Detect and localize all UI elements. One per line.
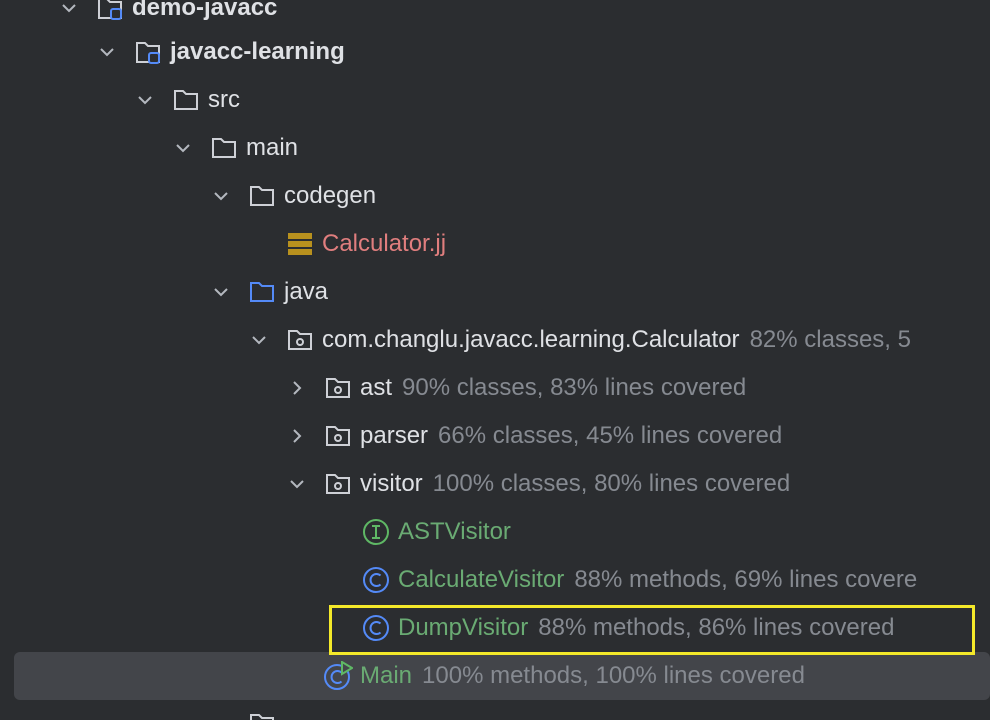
chevron-down-icon[interactable]: [285, 472, 309, 496]
tree-row-partial[interactable]: [0, 700, 990, 720]
module-folder-icon: [95, 0, 125, 23]
tree-row-visitor[interactable]: visitor 100% classes, 80% lines covered: [0, 460, 990, 508]
chevron-down-icon[interactable]: [171, 136, 195, 160]
class-icon: [361, 565, 391, 595]
package-icon: [323, 469, 353, 499]
coverage-summary: 88% methods, 69% lines covere: [574, 566, 918, 593]
grammar-file-icon: [285, 229, 315, 259]
tree-item-label: com.changlu.javacc.learning.Calculator: [322, 326, 740, 353]
runnable-class-icon: [323, 661, 353, 691]
tree-row-astvisitor[interactable]: ASTVisitor: [0, 508, 990, 556]
chevron-right-icon[interactable]: [285, 376, 309, 400]
chevron-down-icon[interactable]: [209, 184, 233, 208]
coverage-summary: 100% methods, 100% lines covered: [422, 662, 805, 689]
source-folder-icon: [247, 277, 277, 307]
tree-item-label: codegen: [284, 182, 377, 209]
tree-item-label: javacc-learning: [170, 38, 345, 65]
chevron-down-icon[interactable]: [57, 0, 81, 20]
folder-icon: [209, 133, 239, 163]
tree-row-parser[interactable]: parser 66% classes, 45% lines covered: [0, 412, 990, 460]
tree-row-javacc-learning[interactable]: javacc-learning: [0, 28, 990, 76]
package-icon: [285, 325, 315, 355]
tree-row-main[interactable]: main: [0, 124, 990, 172]
module-folder-icon: [133, 37, 163, 67]
chevron-down-icon[interactable]: [247, 328, 271, 352]
tree-item-label: DumpVisitor: [398, 614, 529, 641]
tree-row-calculator-jj[interactable]: Calculator.jj: [0, 220, 990, 268]
tree-row-dumpvisitor[interactable]: DumpVisitor 88% methods, 86% lines cover…: [0, 604, 990, 652]
package-icon: [323, 421, 353, 451]
tree-row-ast[interactable]: ast 90% classes, 83% lines covered: [0, 364, 990, 412]
tree-item-label: ASTVisitor: [398, 518, 511, 545]
coverage-summary: 82% classes, 5: [749, 326, 911, 353]
coverage-summary: 100% classes, 80% lines covered: [432, 470, 791, 497]
coverage-summary: 88% methods, 86% lines covered: [538, 614, 895, 641]
coverage-summary: 90% classes, 83% lines covered: [402, 374, 747, 401]
coverage-summary: 66% classes, 45% lines covered: [438, 422, 783, 449]
tree-item-label: src: [208, 86, 240, 113]
tree-item-label: java: [284, 278, 329, 305]
class-icon: [361, 613, 391, 643]
tree-item-label: demo-javacc: [132, 0, 278, 21]
tree-item-label: ast: [360, 374, 393, 401]
folder-icon: [171, 85, 201, 115]
tree-row-codegen[interactable]: codegen: [0, 172, 990, 220]
chevron-down-icon[interactable]: [95, 40, 119, 64]
tree-item-label: parser: [360, 422, 429, 449]
tree-item-label: Calculator.jj: [322, 230, 447, 257]
tree-row-main-class[interactable]: Main 100% methods, 100% lines covered: [0, 652, 990, 700]
project-tree: demo-javacc javacc-learning src main cod…: [0, 0, 990, 720]
package-icon: [323, 373, 353, 403]
tree-item-label: CalculateVisitor: [398, 566, 565, 593]
chevron-down-icon[interactable]: [209, 280, 233, 304]
interface-icon: [361, 517, 391, 547]
chevron-right-icon[interactable]: [285, 424, 309, 448]
tree-row-calculatevisitor[interactable]: CalculateVisitor 88% methods, 69% lines …: [0, 556, 990, 604]
tree-item-label: Main: [360, 662, 413, 689]
tree-item-label: visitor: [360, 470, 423, 497]
tree-row-package-calculator[interactable]: com.changlu.javacc.learning.Calculator 8…: [0, 316, 990, 364]
chevron-down-icon[interactable]: [133, 88, 157, 112]
folder-icon: [247, 181, 277, 211]
tree-row-src[interactable]: src: [0, 76, 990, 124]
tree-row-java[interactable]: java: [0, 268, 990, 316]
tree-item-label: main: [246, 134, 299, 161]
folder-icon: [247, 709, 277, 720]
